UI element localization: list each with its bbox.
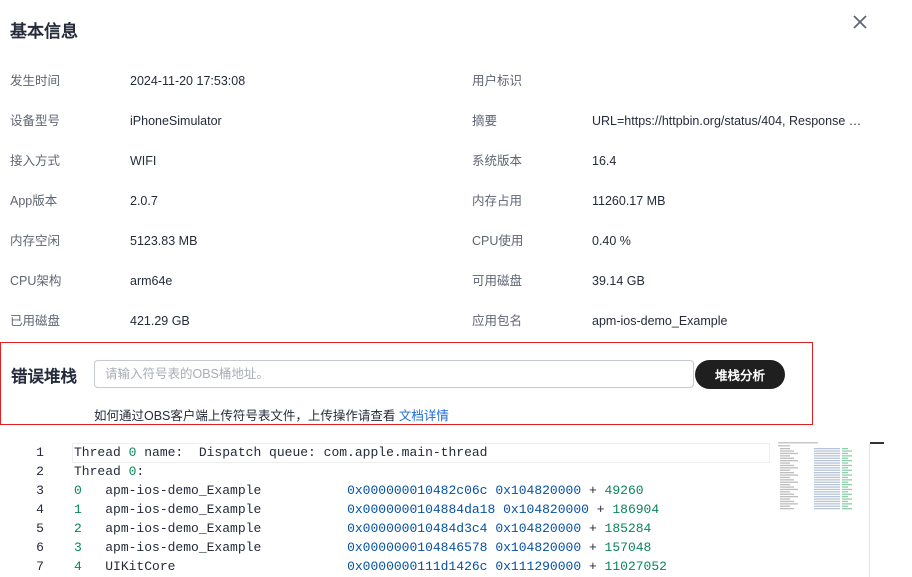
info-label: 已用磁盘 bbox=[10, 314, 61, 328]
scrollbar-thumb[interactable] bbox=[870, 442, 884, 444]
code-token: 0x104820000 bbox=[503, 502, 589, 517]
code-minimap[interactable] bbox=[778, 440, 858, 510]
code-token: 0x104820000 bbox=[495, 483, 582, 498]
code-token: 0x111290000 bbox=[495, 559, 582, 574]
info-value: 11260.17 MB bbox=[592, 194, 666, 208]
code-text: Thread 0 name: Dispatch queue: com.apple… bbox=[74, 443, 487, 462]
close-icon[interactable] bbox=[850, 12, 870, 32]
hint-text: 如何通过OBS客户端上传符号表文件，上传操作请查看 bbox=[94, 409, 399, 423]
info-label: 内存占用 bbox=[472, 194, 523, 208]
code-token: 0x0000000104884da18 bbox=[347, 502, 496, 517]
info-label: 可用磁盘 bbox=[472, 274, 523, 288]
code-text: 0 apm-ios-demo_Example 0x000000010482c06… bbox=[74, 481, 644, 500]
info-label: 接入方式 bbox=[10, 154, 61, 168]
code-token: 49260 bbox=[604, 483, 644, 498]
code-token: : bbox=[136, 464, 145, 479]
info-value: apm-ios-demo_Example bbox=[592, 314, 728, 328]
code-token: UIKitCore bbox=[81, 559, 348, 574]
code-token: 0x104820000 bbox=[495, 540, 582, 555]
code-token: 186904 bbox=[612, 502, 660, 517]
info-label: App版本 bbox=[10, 194, 58, 208]
code-token: 0x000000010482c06c bbox=[347, 483, 488, 498]
info-value: WIFI bbox=[130, 154, 157, 168]
code-token: 11027052 bbox=[604, 559, 667, 574]
code-token: 4 bbox=[74, 559, 82, 574]
info-value: URL=https://httpbin.org/status/404, Resp… bbox=[592, 114, 862, 128]
code-token: apm-ios-demo_Example bbox=[81, 483, 348, 498]
info-label: 设备型号 bbox=[10, 114, 61, 128]
info-value: 2024-11-20 17:53:08 bbox=[130, 74, 246, 88]
info-label: 应用包名 bbox=[472, 314, 523, 328]
code-token: 1 bbox=[74, 502, 82, 517]
info-label: CPU架构 bbox=[10, 274, 62, 288]
obs-bucket-input[interactable] bbox=[94, 360, 694, 388]
code-token: 2 bbox=[74, 521, 82, 536]
info-value: 421.29 GB bbox=[130, 314, 190, 328]
line-number: 5 bbox=[36, 521, 44, 536]
code-token: + bbox=[581, 559, 605, 574]
code-token: apm-ios-demo_Example bbox=[81, 502, 348, 517]
line-number: 3 bbox=[36, 483, 44, 498]
code-text: 4 UIKitCore 0x0000000111d1426c 0x1112900… bbox=[74, 557, 667, 576]
scrollbar-track[interactable] bbox=[869, 444, 870, 577]
code-token: 0x104820000 bbox=[495, 521, 582, 536]
code-token: + bbox=[588, 502, 613, 517]
code-token: Thread bbox=[74, 445, 129, 460]
info-value: 16.4 bbox=[592, 154, 617, 168]
code-token: + bbox=[581, 540, 605, 555]
error-stack-title: 错误堆栈 bbox=[11, 368, 77, 386]
code-text: 3 apm-ios-demo_Example 0x000000010484657… bbox=[74, 538, 651, 557]
info-label: 用户标识 bbox=[472, 74, 523, 88]
code-token: Thread bbox=[74, 464, 129, 479]
code-token: name: Dispatch queue: com.apple.main-thr… bbox=[136, 445, 488, 460]
info-value: 2.0.7 bbox=[130, 194, 158, 208]
symbol-upload-hint: 如何通过OBS客户端上传符号表文件，上传操作请查看 文档详情 bbox=[94, 405, 449, 424]
code-token: 0x0000000104846578 bbox=[347, 540, 488, 555]
code-token: apm-ios-demo_Example bbox=[81, 540, 348, 555]
info-value: arm64e bbox=[130, 274, 173, 288]
error-stack-panel: 错误堆栈 堆栈分析 如何通过OBS客户端上传符号表文件，上传操作请查看 文档详情 bbox=[0, 342, 813, 425]
line-number: 4 bbox=[36, 502, 44, 517]
info-value: 39.14 GB bbox=[592, 274, 645, 288]
info-value: 0.40 % bbox=[592, 234, 631, 248]
stack-trace-editor[interactable]: 1 Thread 0 name: Dispatch queue: com.appl… bbox=[0, 440, 912, 577]
code-line: 5 2 apm-ios-demo_Example 0x000000010484d3… bbox=[0, 519, 770, 538]
info-label: 摘要 bbox=[472, 114, 498, 128]
code-line: 7 4 UIKitCore 0x0000000111d1426c 0x111290… bbox=[0, 557, 770, 576]
line-number: 2 bbox=[36, 464, 44, 479]
code-token: + bbox=[581, 483, 605, 498]
info-label: 系统版本 bbox=[472, 154, 523, 168]
line-number: 7 bbox=[36, 559, 44, 574]
doc-details-link[interactable]: 文档详情 bbox=[399, 409, 449, 423]
code-text: 1 apm-ios-demo_Example 0x0000000104884da… bbox=[74, 500, 659, 519]
code-line: 1 Thread 0 name: Dispatch queue: com.appl… bbox=[0, 443, 770, 462]
code-line: 2 Thread 0: bbox=[0, 462, 770, 481]
code-token: 0x000000010484d3c4 bbox=[347, 521, 488, 536]
code-text: Thread 0: bbox=[74, 462, 144, 481]
stack-analyze-button[interactable]: 堆栈分析 bbox=[695, 360, 785, 389]
line-number: 1 bbox=[36, 445, 44, 460]
code-token: + bbox=[581, 521, 605, 536]
line-number: 6 bbox=[36, 540, 44, 555]
info-label: 发生时间 bbox=[10, 74, 61, 88]
code-token: 157048 bbox=[604, 540, 652, 555]
page-title: 基本信息 bbox=[10, 22, 78, 41]
info-label: 内存空闲 bbox=[10, 234, 61, 248]
code-token: apm-ios-demo_Example bbox=[81, 521, 348, 536]
code-line: 4 1 apm-ios-demo_Example 0x0000000104884d… bbox=[0, 500, 770, 519]
info-value: iPhoneSimulator bbox=[130, 114, 222, 128]
code-token: 3 bbox=[74, 540, 82, 555]
code-line: 3 0 apm-ios-demo_Example 0x000000010482c0… bbox=[0, 481, 770, 500]
info-label: CPU使用 bbox=[472, 234, 524, 248]
code-token: 0 bbox=[74, 483, 82, 498]
info-value: 5123.83 MB bbox=[130, 234, 198, 248]
code-text: 2 apm-ios-demo_Example 0x000000010484d3c… bbox=[74, 519, 651, 538]
code-token: 185284 bbox=[604, 521, 652, 536]
code-line: 6 3 apm-ios-demo_Example 0x00000001048465… bbox=[0, 538, 770, 557]
code-token: 0x0000000111d1426c bbox=[347, 559, 488, 574]
